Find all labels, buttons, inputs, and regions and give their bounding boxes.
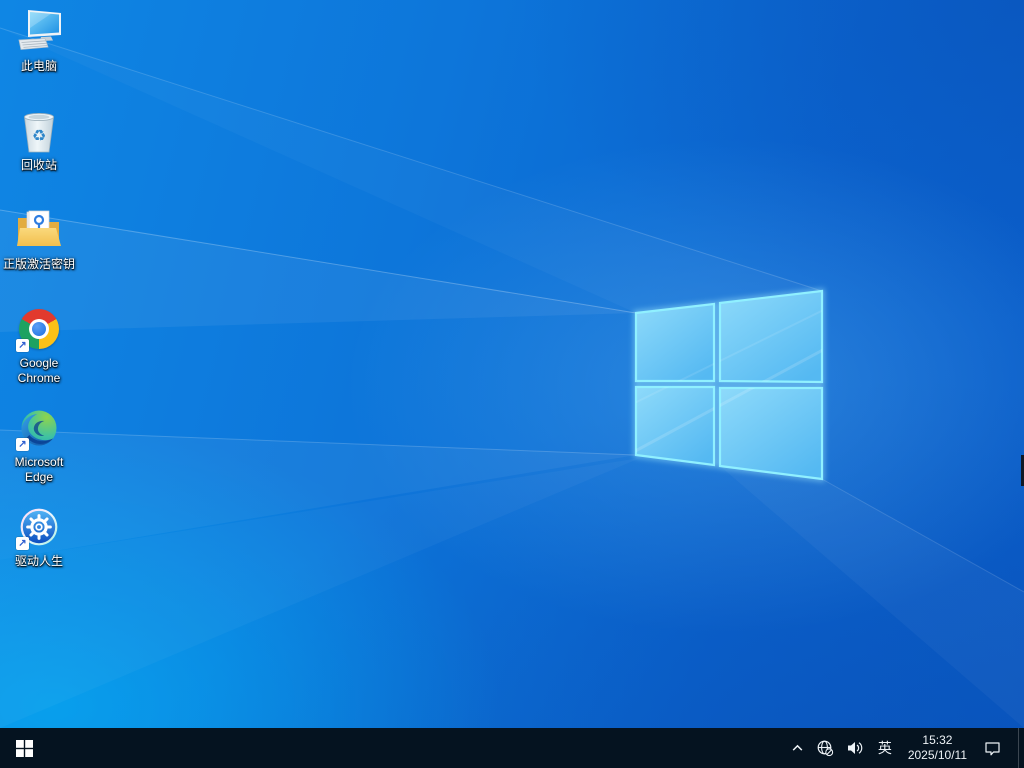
this-pc-icon: [18, 10, 61, 50]
windows-logo-wallpaper: [0, 27, 1024, 728]
desktop-icon-activation-key[interactable]: 正版激活密钥: [0, 206, 78, 294]
hidden-icons-button[interactable]: [785, 728, 810, 768]
taskbar: 英 15:32 2025/10/11: [0, 728, 1024, 768]
windows-logo-icon: [15, 739, 33, 757]
start-button[interactable]: [0, 728, 48, 768]
activation-key-folder-icon: [17, 210, 61, 246]
desktop-icon-google-chrome[interactable]: ↗ Google Chrome: [0, 305, 78, 393]
icon-label-activation-key: 正版激活密钥: [2, 257, 75, 271]
globe-no-internet-icon: [817, 740, 833, 757]
recycle-bin-icon: ♻: [24, 112, 54, 153]
chevron-up-icon: [792, 744, 803, 751]
desktop-icon-microsoft-edge[interactable]: ↗ Microsoft Edge: [0, 404, 78, 492]
desktop-wallpaper[interactable]: 此电脑 ♻ 回收站 正版激活密钥 ↗ Google Chrome ↗ Micro…: [0, 0, 1024, 728]
icon-label-driver-life: 驱动人生: [14, 554, 63, 568]
show-desktop-button[interactable]: [1018, 728, 1024, 768]
shortcut-arrow-icon: ↗: [16, 438, 29, 451]
icon-label-microsoft-edge: Microsoft Edge: [14, 455, 64, 484]
icon-label-google-chrome: Google Chrome: [17, 356, 61, 385]
taskbar-clock[interactable]: 15:32 2025/10/11: [900, 728, 975, 768]
icon-label-recycle-bin: 回收站: [20, 158, 57, 172]
desktop-icon-driver-life[interactable]: ↗ 驱动人生: [0, 503, 78, 591]
desktop-icon-recycle-bin[interactable]: ♻ 回收站: [0, 107, 78, 195]
notification-bubble-icon: [985, 741, 1000, 755]
clock-date: 2025/10/11: [907, 748, 967, 762]
shortcut-arrow-icon: ↗: [16, 339, 29, 352]
icon-label-this-pc: 此电脑: [20, 59, 57, 73]
volume-button[interactable]: [840, 728, 870, 768]
system-tray: 英 15:32 2025/10/11: [785, 728, 1024, 768]
desktop-icon-this-pc[interactable]: 此电脑: [0, 8, 78, 96]
action-center-button[interactable]: [975, 728, 1010, 768]
shortcut-arrow-icon: ↗: [16, 537, 29, 550]
svg-text:♻: ♻: [32, 126, 46, 145]
network-button[interactable]: [810, 728, 840, 768]
desktop-icon-grid: 此电脑 ♻ 回收站 正版激活密钥 ↗ Google Chrome ↗ Micro…: [0, 8, 78, 591]
clock-time: 15:32: [922, 733, 953, 747]
speaker-icon: [847, 742, 863, 754]
ime-indicator[interactable]: 英: [870, 728, 900, 768]
